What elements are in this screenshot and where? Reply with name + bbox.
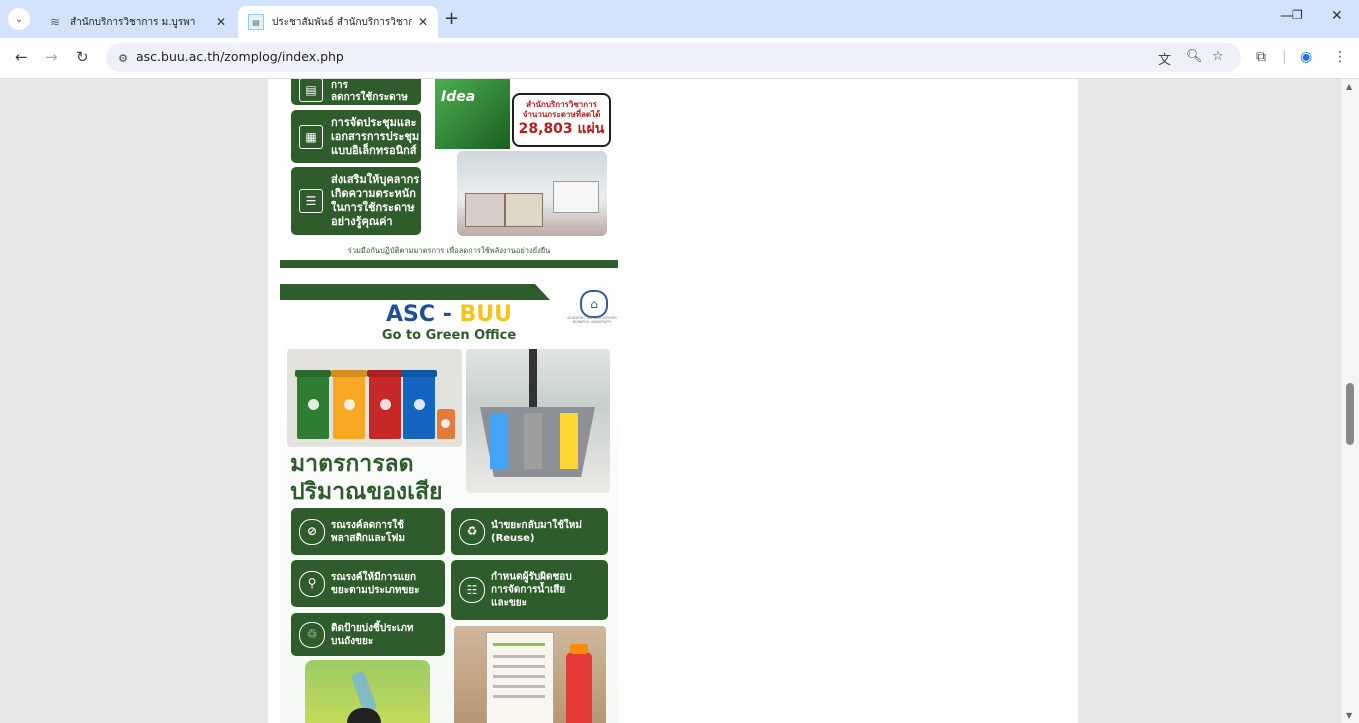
desk-sign-photo: [454, 626, 606, 723]
poster-footer-bar: [280, 260, 618, 268]
sorting-bins-icon: ⚲: [299, 570, 325, 597]
poster-title: ASC - BUU: [280, 302, 618, 327]
paper-saved-value: 28,803 แผ่น: [518, 121, 605, 137]
card-text: การจัดประชุมและ เอกสารการประชุม แบบอิเล็…: [331, 115, 420, 157]
card-text: ติดป้ายบ่งชี้ประเภท บนถังขยะ: [331, 622, 414, 647]
new-tab-button[interactable]: +: [444, 10, 459, 28]
bookmark-star-icon[interactable]: ☆: [1212, 49, 1224, 64]
back-arrow-icon[interactable]: ←: [15, 48, 28, 66]
card-text: รณรงค์ลดการใช้ พลาสติกและโฟม: [331, 519, 405, 544]
paper-ream-image: Idea: [435, 79, 510, 149]
measure-card-reduce-plastic: ⊘ รณรงค์ลดการใช้ พลาสติกและโฟม: [291, 508, 445, 555]
tab-search-button[interactable]: ⌄: [8, 8, 30, 30]
tab-academic-service[interactable]: ≋ สำนักบริการวิชาการ ม.บูรพา ✕: [38, 6, 236, 38]
tab-title: สำนักบริการวิชาการ ม.บูรพา: [70, 16, 196, 28]
tab-title: ประชาสัมพันธ์ สำนักบริการวิชาการ: [272, 16, 412, 28]
measure-card-sort-waste: ⚲ รณรงค์ให้มีการแยก ขยะตามประเภทขยะ: [291, 560, 445, 607]
page-viewport: ▤ นำเทคโนโลยีเพื่อการ ลดการใช้กระดาษ ▦ ก…: [0, 79, 1341, 723]
translate-icon[interactable]: 文: [1158, 49, 1171, 68]
card-text: ส่งเสริมให้บุคลากร เกิดความตระหนัก ในการ…: [331, 173, 420, 228]
bottle-recycling-photo: [305, 660, 430, 723]
no-plastic-icon: ⊘: [299, 518, 325, 545]
tab-strip: ⌄ ≋ สำนักบริการวิชาการ ม.บูรพา ✕ ▤ ประชา…: [0, 0, 1359, 38]
page-favicon-icon: ▤: [248, 14, 264, 30]
url-text: asc.buu.ac.th/zomplog/index.php: [136, 49, 344, 64]
site-settings-icon[interactable]: ⚙: [114, 49, 132, 67]
meeting-icon: ▦: [299, 124, 323, 149]
card-text: นำขยะกลับมาใช้ใหม่ (Reuse): [491, 519, 582, 544]
poster-subtitle: Go to Green Office: [381, 328, 517, 343]
measure-card-digital-tech: ▤ นำเทคโนโลยีเพื่อการ ลดการใช้กระดาษ: [291, 79, 421, 105]
waste-reduction-poster: ⌂ ACADEMIC SERVICE CENTER BURAPHA UNIVER…: [280, 284, 618, 723]
scrollbar-thumb[interactable]: [1346, 383, 1354, 445]
measure-card-awareness: ☰ ส่งเสริมให้บุคลากร เกิดความตระหนัก ในก…: [291, 167, 421, 235]
address-bar[interactable]: ⚙ asc.buu.ac.th/zomplog/index.php 文 🔍︎ ☆: [106, 43, 1241, 72]
bubble-line2: จำนวนกระดาษที่ลดได้: [522, 110, 601, 119]
toolbar-divider: |: [1282, 49, 1287, 65]
browser-toolbar: ← → ↻ ⚙ asc.buu.ac.th/zomplog/index.php …: [0, 38, 1359, 79]
heading-line2: ปริมาณของเสีย: [290, 479, 443, 505]
reload-icon[interactable]: ↻: [76, 48, 89, 66]
forward-arrow-icon[interactable]: →: [45, 48, 58, 66]
paper-reduction-poster: ▤ นำเทคโนโลยีเพื่อการ ลดการใช้กระดาษ ▦ ก…: [280, 79, 618, 269]
measure-card-reuse: ♻ นำขยะกลับมาใช้ใหม่ (Reuse): [451, 508, 608, 555]
measure-card-responsible: ☷ กำหนดผู้รับผิดชอบ การจัดการน้ำเสีย และ…: [451, 560, 608, 620]
card-text: กำหนดผู้รับผิดชอบ การจัดการน้ำเสีย และขย…: [491, 571, 572, 609]
title-buu: BUU: [459, 302, 512, 327]
tab-public-relations[interactable]: ▤ ประชาสัมพันธ์ สำนักบริการวิชาการ ✕: [238, 6, 438, 38]
poster-header-bar: [280, 284, 550, 300]
card-text: ลดการใช้กระดาษ: [331, 92, 408, 103]
card-text: รณรงค์ให้มีการแยก ขยะตามประเภทขยะ: [331, 571, 420, 596]
page-content: ▤ นำเทคโนโลยีเพื่อการ ลดการใช้กระดาษ ▦ ก…: [268, 79, 1078, 723]
extensions-icon[interactable]: ⧉: [1256, 49, 1266, 65]
measure-card-bin-labels: ♲ ติดป้ายบ่งชี้ประเภท บนถังขยะ: [291, 613, 445, 656]
close-icon[interactable]: ✕: [418, 15, 428, 29]
close-icon[interactable]: ✕: [216, 15, 226, 29]
paper-brand: Idea: [441, 89, 476, 105]
recycle-boxes-photo: [457, 151, 607, 236]
bin-label-icon: ♲: [299, 621, 325, 648]
scroll-up-arrow-icon[interactable]: ▲: [1346, 82, 1352, 91]
zoom-icon[interactable]: 🔍︎: [1186, 49, 1203, 64]
menu-kebab-icon[interactable]: ⋮: [1333, 49, 1347, 65]
document-icon: ▤: [299, 79, 323, 102]
restore-icon[interactable]: ❐: [1292, 8, 1303, 22]
page-scrollbar[interactable]: ▲ ▼: [1341, 79, 1359, 723]
recycle-icon: ♻: [459, 518, 485, 545]
paper-saved-bubble: สำนักบริการวิชาการ จำนวนกระดาษที่ลดได้ 28…: [512, 93, 611, 147]
bubble-line1: สำนักบริการวิชาการ: [526, 100, 597, 109]
recycling-station-photo: [466, 349, 610, 493]
colored-bins-photo: [287, 349, 462, 447]
title-asc: ASC -: [386, 302, 460, 327]
card-text-top: นำเทคโนโลยีเพื่อการ: [331, 80, 349, 91]
assignee-icon: ☷: [459, 577, 485, 603]
scroll-down-arrow-icon[interactable]: ▼: [1346, 711, 1352, 720]
chevron-down-icon: ⌄: [14, 13, 24, 25]
close-window-icon[interactable]: ✕: [1331, 8, 1343, 24]
poster-heading: มาตรการลด ปริมาณของเสีย: [290, 450, 443, 506]
checklist-icon: ☰: [299, 189, 323, 213]
heading-line1: มาตรการลด: [290, 451, 414, 477]
measure-card-e-meeting: ▦ การจัดประชุมและ เอกสารการประชุม แบบอิเ…: [291, 110, 421, 163]
site-favicon-icon: ≋: [49, 15, 61, 29]
poster-caption: ร่วมมือกันปฏิบัติตามมาตรการ เพื่อลดการใช…: [347, 246, 551, 255]
profile-avatar-icon[interactable]: ◉: [1300, 49, 1312, 65]
